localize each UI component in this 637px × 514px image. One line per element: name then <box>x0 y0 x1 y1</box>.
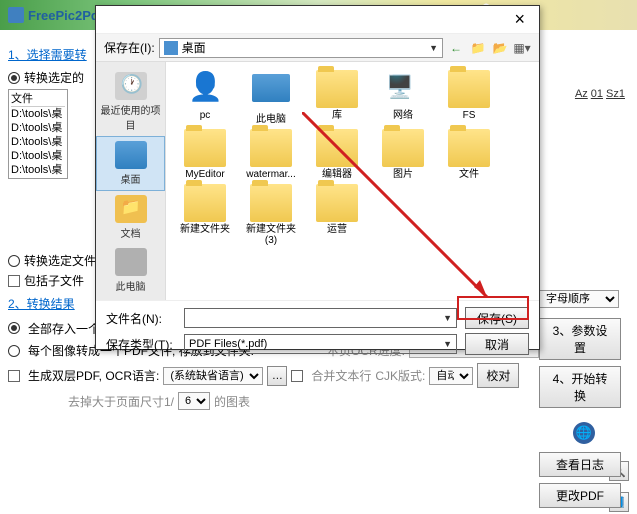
folder-icon <box>250 184 292 222</box>
close-icon[interactable]: × <box>508 9 531 30</box>
change-pdf-button[interactable]: 更改PDF <box>539 483 621 508</box>
file-item[interactable]: MyEditor <box>174 129 236 180</box>
location-dropdown[interactable]: 桌面 ▼ <box>159 38 443 58</box>
radio-convert-selected-file-label: 转换选定文件 <box>24 252 96 269</box>
file-item[interactable]: 新建文件夹 <box>174 184 236 246</box>
save-in-label: 保存在(I): <box>104 39 155 56</box>
new-folder-icon[interactable]: 📂 <box>491 39 509 57</box>
file-item[interactable]: 此电脑 <box>240 70 302 125</box>
list-item[interactable]: D:\tools\桌 <box>11 121 65 135</box>
checkbox-merge-text[interactable] <box>291 370 303 382</box>
params-button[interactable]: 3、参数设置 <box>539 318 621 360</box>
checkbox-include-subfolder[interactable] <box>8 275 20 287</box>
desktop-icon <box>115 141 147 169</box>
remove-fraction-select[interactable]: 6 <box>178 392 210 410</box>
file-item[interactable]: 新建文件夹 (3) <box>240 184 302 246</box>
app-logo-icon <box>8 7 24 23</box>
file-item[interactable]: 网络 <box>372 70 434 125</box>
sort-order-select[interactable]: 字母顺序 <box>539 290 619 308</box>
file-list[interactable]: 文件 D:\tools\桌 D:\tools\桌 D:\tools\桌 D:\t… <box>8 89 68 179</box>
checkbox-include-subfolder-label: 包括子文件 <box>24 272 84 289</box>
view-log-button[interactable]: 查看日志 <box>539 452 621 477</box>
list-item[interactable]: D:\tools\桌 <box>11 135 65 149</box>
desktop-icon <box>164 41 178 55</box>
ocr-lang-browse-button[interactable]: … <box>267 366 287 386</box>
sidebar-item-documents[interactable]: 文档 <box>96 191 165 244</box>
folder-icon <box>316 70 358 108</box>
checkbox-dual-layer-pdf-label: 生成双层PDF, OCR语言: <box>28 367 159 384</box>
file-item[interactable]: 编辑器 <box>306 129 368 180</box>
filename-input[interactable]: ▼ <box>184 308 457 328</box>
cjk-select[interactable]: 自动 <box>429 367 473 385</box>
filetype-label: 保存类型(T): <box>106 336 176 353</box>
list-item[interactable]: D:\tools\桌 <box>11 107 65 121</box>
folder-icon <box>448 129 490 167</box>
file-item[interactable]: pc <box>174 70 236 125</box>
folder-icon <box>316 129 358 167</box>
folder-icon <box>184 129 226 167</box>
radio-convert-selected-label: 转换选定的 <box>24 69 84 86</box>
folder-icon <box>382 129 424 167</box>
radio-convert-selected-file[interactable] <box>8 255 20 267</box>
sidebar-item-recent[interactable]: 最近使用的项目 <box>96 68 165 136</box>
documents-icon <box>115 195 147 223</box>
dialog-file-area[interactable]: pc 此电脑 库 网络 FS MyEditor watermar... 编辑器 … <box>166 62 539 300</box>
dialog-titlebar: × <box>96 6 539 34</box>
folder-icon <box>448 70 490 108</box>
file-item[interactable]: 图片 <box>372 129 434 180</box>
file-list-header: 文件 <box>11 92 65 107</box>
cjk-label: CJK版式: <box>375 367 425 384</box>
ocr-language-select[interactable]: (系统缺省语言) <box>163 367 263 385</box>
filetype-select[interactable]: PDF Files(*.pdf)▼ <box>184 334 457 354</box>
user-icon <box>184 70 226 108</box>
app-title: FreePic2Pdf <box>28 8 103 23</box>
radio-convert-selected[interactable] <box>8 72 20 84</box>
chevron-down-icon: ▼ <box>443 313 452 323</box>
cancel-button[interactable]: 取消 <box>465 333 529 355</box>
list-item[interactable]: D:\tools\桌 <box>11 163 65 177</box>
file-item[interactable]: watermar... <box>240 129 302 180</box>
remove-large-suffix: 的图表 <box>214 393 250 410</box>
start-convert-button[interactable]: 4、开始转换 <box>539 366 621 408</box>
chevron-down-icon: ▼ <box>429 43 438 53</box>
globe-icon[interactable]: 🌐 <box>573 422 595 444</box>
file-item[interactable]: 库 <box>306 70 368 125</box>
sidebar-item-pc[interactable]: 此电脑 <box>96 244 165 297</box>
monitor-icon <box>252 74 290 102</box>
checkbox-dual-layer-pdf[interactable] <box>8 370 20 382</box>
highlight-save-button <box>457 296 529 320</box>
sidebar-item-desktop[interactable]: 桌面 <box>96 136 165 191</box>
filename-label: 文件名(N): <box>106 310 176 327</box>
remove-large-label: 去掉大于页面尺寸1/ <box>68 393 174 410</box>
network-icon <box>382 70 424 108</box>
up-folder-icon[interactable]: 📁 <box>469 39 487 57</box>
folder-icon <box>250 129 292 167</box>
checkbox-merge-text-label: 合并文本行 <box>311 367 371 384</box>
folder-icon <box>184 184 226 222</box>
pc-icon <box>115 248 147 276</box>
file-item[interactable]: FS <box>438 70 500 125</box>
folder-icon <box>316 184 358 222</box>
file-item[interactable]: 运营 <box>306 184 368 246</box>
list-item[interactable]: D:\tools\桌 <box>11 149 65 163</box>
chevron-down-icon: ▼ <box>443 339 452 349</box>
recent-icon <box>115 72 147 100</box>
verify-button[interactable]: 校对 <box>477 363 519 388</box>
file-item[interactable]: 文件 <box>438 129 500 180</box>
radio-all-to-one[interactable] <box>8 322 20 334</box>
back-icon[interactable]: ← <box>447 39 465 57</box>
view-menu-icon[interactable]: ▦▾ <box>513 39 531 57</box>
location-text: 桌面 <box>182 39 206 56</box>
dialog-sidebar: 最近使用的项目 桌面 文档 此电脑 <box>96 62 166 300</box>
radio-each-to-pdf[interactable] <box>8 345 20 357</box>
